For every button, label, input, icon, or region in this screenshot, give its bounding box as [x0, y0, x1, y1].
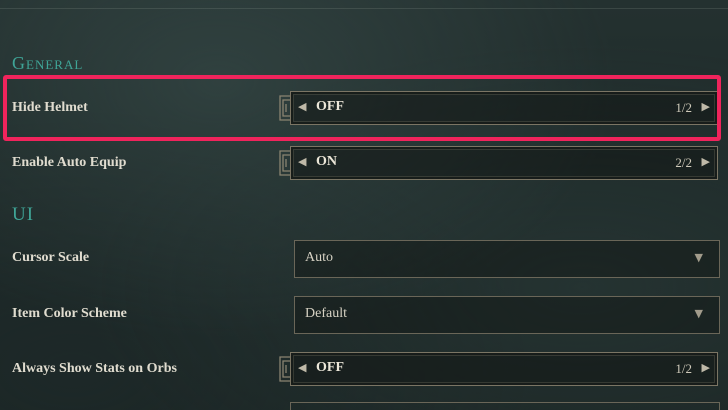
- item-color-scheme-dropdown[interactable]: Default ▼: [294, 296, 720, 334]
- always-show-stats-label: Always Show Stats on Orbs: [12, 361, 177, 376]
- arrow-right-icon[interactable]: ▶: [702, 155, 710, 168]
- enable-auto-equip-selector[interactable]: ◀ ON 2/2 ▶: [278, 142, 718, 184]
- arrow-right-icon[interactable]: ▶: [702, 361, 710, 374]
- enable-auto-equip-page: 2/2: [675, 155, 692, 170]
- arrow-left-icon[interactable]: ◀: [298, 361, 306, 374]
- cursor-scale-value: Auto: [305, 250, 333, 265]
- section-title-general: General: [12, 53, 84, 73]
- arrow-left-icon[interactable]: ◀: [298, 155, 306, 168]
- cursor-scale-dropdown[interactable]: Auto ▼: [294, 240, 720, 278]
- always-show-stats-selector[interactable]: ◀ OFF 1/2 ▶: [278, 348, 718, 390]
- enable-auto-equip-label: Enable Auto Equip: [12, 155, 127, 170]
- cursor-scale-label: Cursor Scale: [12, 250, 90, 265]
- next-row-frame: [290, 402, 720, 410]
- chevron-down-icon: ▼: [694, 307, 703, 320]
- always-show-stats-value: OFF: [316, 360, 344, 375]
- selector-frame: [290, 146, 718, 180]
- item-color-scheme-label: Item Color Scheme: [12, 306, 127, 321]
- always-show-stats-page: 1/2: [675, 361, 692, 376]
- enable-auto-equip-value: ON: [316, 154, 337, 169]
- selector-frame: [290, 352, 718, 386]
- section-title-ui: UI: [12, 204, 35, 225]
- top-divider: [0, 8, 728, 9]
- item-color-scheme-value: Default: [305, 306, 347, 321]
- highlight-frame: [3, 75, 721, 141]
- chevron-down-icon: ▼: [694, 251, 703, 264]
